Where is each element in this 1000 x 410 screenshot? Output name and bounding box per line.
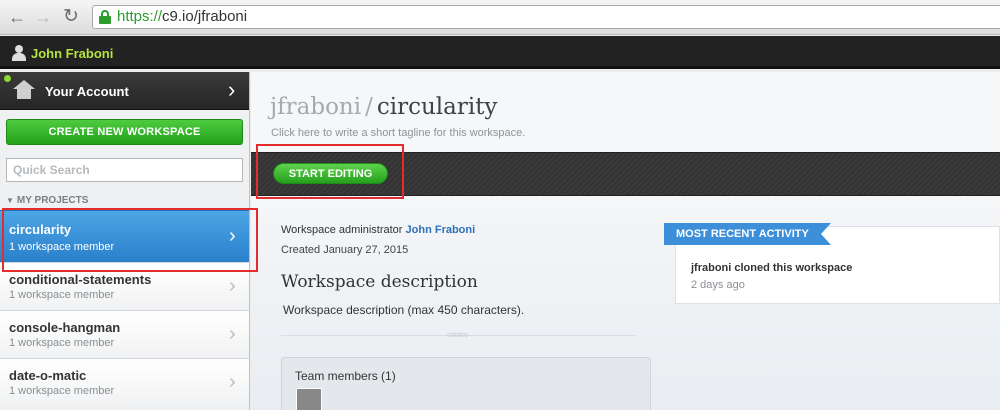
admin-name-link[interactable]: John Fraboni [406,224,476,236]
activity-entry: jfraboni cloned this workspace [691,262,853,274]
project-name: date-o-matic [9,368,87,383]
app-topbar: John Fraboni [0,36,1000,69]
project-members: 1 workspace member [9,289,115,301]
highlight-box-start-editing [256,144,404,199]
create-new-workspace-button[interactable]: CREATE NEW WORKSPACE [6,119,243,145]
description-text[interactable]: Workspace description (max 450 character… [283,303,524,317]
workspace-owner[interactable]: jfraboni [270,94,361,120]
back-arrow-icon[interactable]: ← [6,6,28,28]
team-members-label: Team members (1) [295,369,396,383]
online-status-icon [4,75,11,82]
address-bar[interactable]: https://c9.io/jfraboni [92,5,1000,29]
chevron-right-icon: › [229,275,236,297]
url-text[interactable]: https://c9.io/jfraboni [117,8,247,26]
chevron-right-icon: › [229,371,236,393]
home-icon [13,80,35,100]
workspace-admin: Workspace administrator John Fraboni [281,224,476,236]
project-item-console-hangman[interactable]: console-hangman 1 workspace member › [0,310,249,358]
recent-activity-title: MOST RECENT ACTIVITY [664,223,831,245]
highlight-box-project [2,208,258,272]
forward-arrow-icon[interactable]: → [32,6,54,28]
recent-activity-card: MOST RECENT ACTIVITY jfraboni cloned thi… [664,223,1000,304]
my-projects-header[interactable]: ▼ MY PROJECTS [6,195,88,206]
workspace-content: Workspace administrator John Fraboni Cre… [251,196,1000,410]
description-heading: Workspace description [281,272,478,292]
project-members: 1 workspace member [9,337,115,349]
workspace-name: circularity [376,94,498,120]
workspace-tagline[interactable]: Click here to write a short tagline for … [271,127,525,139]
collapse-triangle-icon: ▼ [6,196,14,205]
avatar[interactable] [296,388,322,410]
workspace-header: jfraboni / circularity Click here to write… [251,72,1000,152]
chevron-right-icon: › [229,323,236,345]
project-name: console-hangman [9,320,121,335]
project-item-date-o-matic[interactable]: date-o-matic 1 workspace member › [0,358,249,406]
team-members-card: Team members (1) [281,357,651,410]
user-icon [12,45,26,61]
workspace-title: jfraboni / circularity [270,94,498,120]
divider-ornament-icon: ∞∞∞ [447,329,469,341]
your-account-item[interactable]: Your Account › [0,72,249,110]
created-date: Created January 27, 2015 [281,244,409,256]
lock-icon [99,10,111,24]
project-members: 1 workspace member [9,385,115,397]
workspace-main: jfraboni / circularity Click here to write… [251,72,1000,410]
chevron-right-icon: › [228,77,236,102]
project-name: conditional-statements [9,272,152,287]
activity-timestamp: 2 days ago [691,279,745,291]
topbar-user-name[interactable]: John Fraboni [31,46,113,61]
quick-search-input[interactable] [6,158,243,182]
reload-icon[interactable]: ↻ [60,6,82,28]
browser-toolbar: ← → ↻ https://c9.io/jfraboni [0,0,1000,35]
your-account-label: Your Account [45,84,129,99]
